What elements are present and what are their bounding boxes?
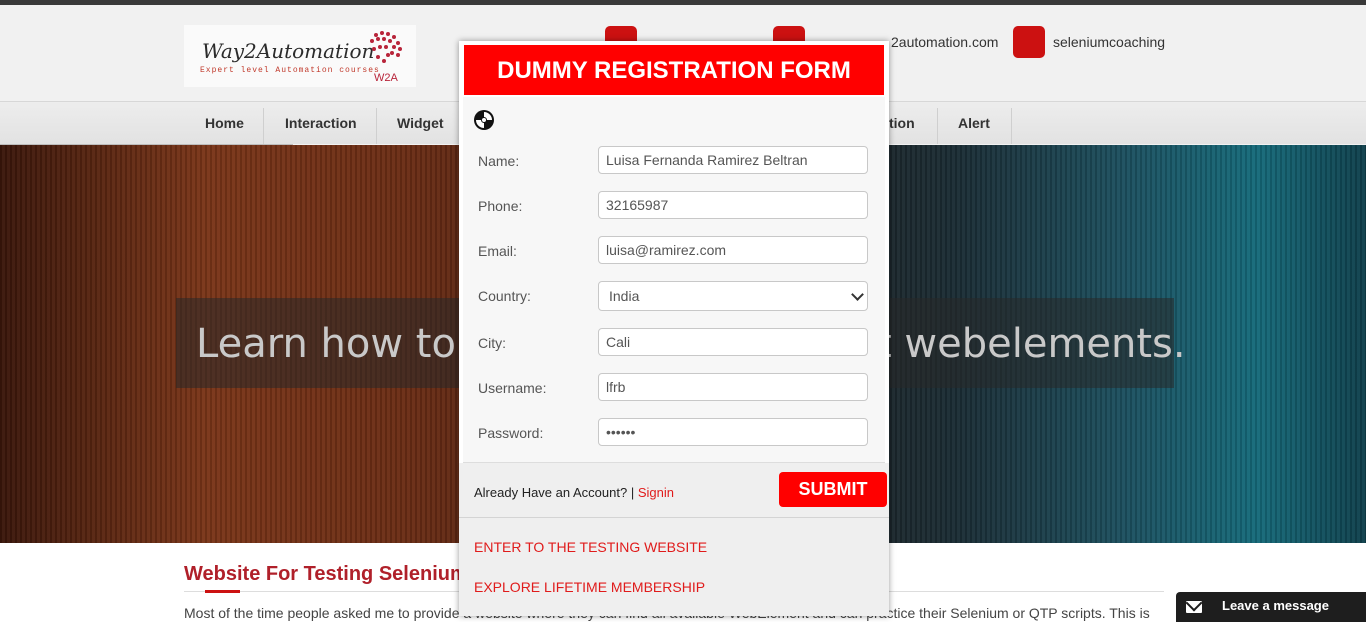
nav-separator — [263, 108, 264, 144]
registration-modal: DUMMY REGISTRATION FORM Name: Phone: Ema… — [459, 41, 889, 616]
phone-field[interactable] — [598, 191, 868, 219]
username-field[interactable] — [598, 373, 868, 401]
email-field[interactable] — [598, 236, 868, 264]
password-field[interactable] — [598, 418, 868, 446]
nav-separator — [937, 108, 938, 144]
content-accent — [205, 590, 240, 593]
envelope-icon — [1186, 601, 1202, 613]
nav-separator — [1011, 108, 1012, 144]
submit-button[interactable]: SUBMIT — [779, 472, 887, 507]
password-label: Password: — [478, 425, 544, 441]
contact-skype-text: seleniumcoaching — [1053, 34, 1166, 50]
nav-item-widget[interactable]: Widget — [397, 102, 444, 144]
leave-message-button[interactable]: Leave a message — [1176, 592, 1366, 622]
already-account-label: Already Have an Account? | — [474, 485, 635, 500]
nav-item-home[interactable]: Home — [205, 102, 244, 144]
logo-mark-label: W2A — [374, 72, 399, 83]
skype-icon — [1013, 26, 1045, 58]
modal-footer: Already Have an Account? | Signin SUBMIT… — [459, 463, 889, 616]
country-select[interactable]: India — [598, 281, 868, 311]
content-title: Website For Testing Selenium — [184, 563, 468, 585]
nav-item-registration[interactable]: tion — [889, 102, 915, 144]
leave-message-label: Leave a message — [1222, 598, 1329, 613]
logo-subtitle: Expert level Automation courses — [200, 66, 380, 75]
nav-item-interaction[interactable]: Interaction — [285, 102, 357, 144]
nav-separator — [376, 108, 377, 144]
username-label: Username: — [478, 380, 547, 396]
contact-email-text: 2automation.com — [891, 34, 999, 50]
country-selected: India — [609, 288, 640, 304]
already-account-text: Already Have an Account? | Signin — [474, 485, 674, 500]
site-logo[interactable]: Way2Automation Expert level Automation c… — [184, 25, 416, 87]
hero-text-left: Learn how to h — [196, 321, 494, 367]
email-label: Email: — [478, 243, 517, 259]
name-label: Name: — [478, 153, 520, 169]
registration-form: Name: Phone: Email: Country: India City:… — [463, 97, 885, 462]
nav-item-alert[interactable]: Alert — [958, 102, 990, 144]
name-field[interactable] — [598, 146, 868, 174]
hero-text-right: t webelements. — [876, 321, 1186, 367]
footer-divider — [459, 517, 889, 518]
city-field[interactable] — [598, 328, 868, 356]
signin-link[interactable]: Signin — [638, 485, 674, 500]
logo-text: Way2Automation — [202, 39, 375, 63]
enter-testing-website-link[interactable]: ENTER TO THE TESTING WEBSITE — [474, 539, 707, 555]
contact-skype[interactable]: seleniumcoaching — [1013, 25, 1165, 59]
explore-membership-link[interactable]: EXPLORE LIFETIME MEMBERSHIP — [474, 579, 705, 595]
modal-title: DUMMY REGISTRATION FORM — [464, 45, 884, 95]
phone-label: Phone: — [478, 198, 523, 214]
form-logo-icon — [474, 110, 494, 130]
country-label: Country: — [478, 288, 531, 304]
city-label: City: — [478, 335, 506, 351]
logo-mark-icon: W2A — [370, 31, 402, 83]
